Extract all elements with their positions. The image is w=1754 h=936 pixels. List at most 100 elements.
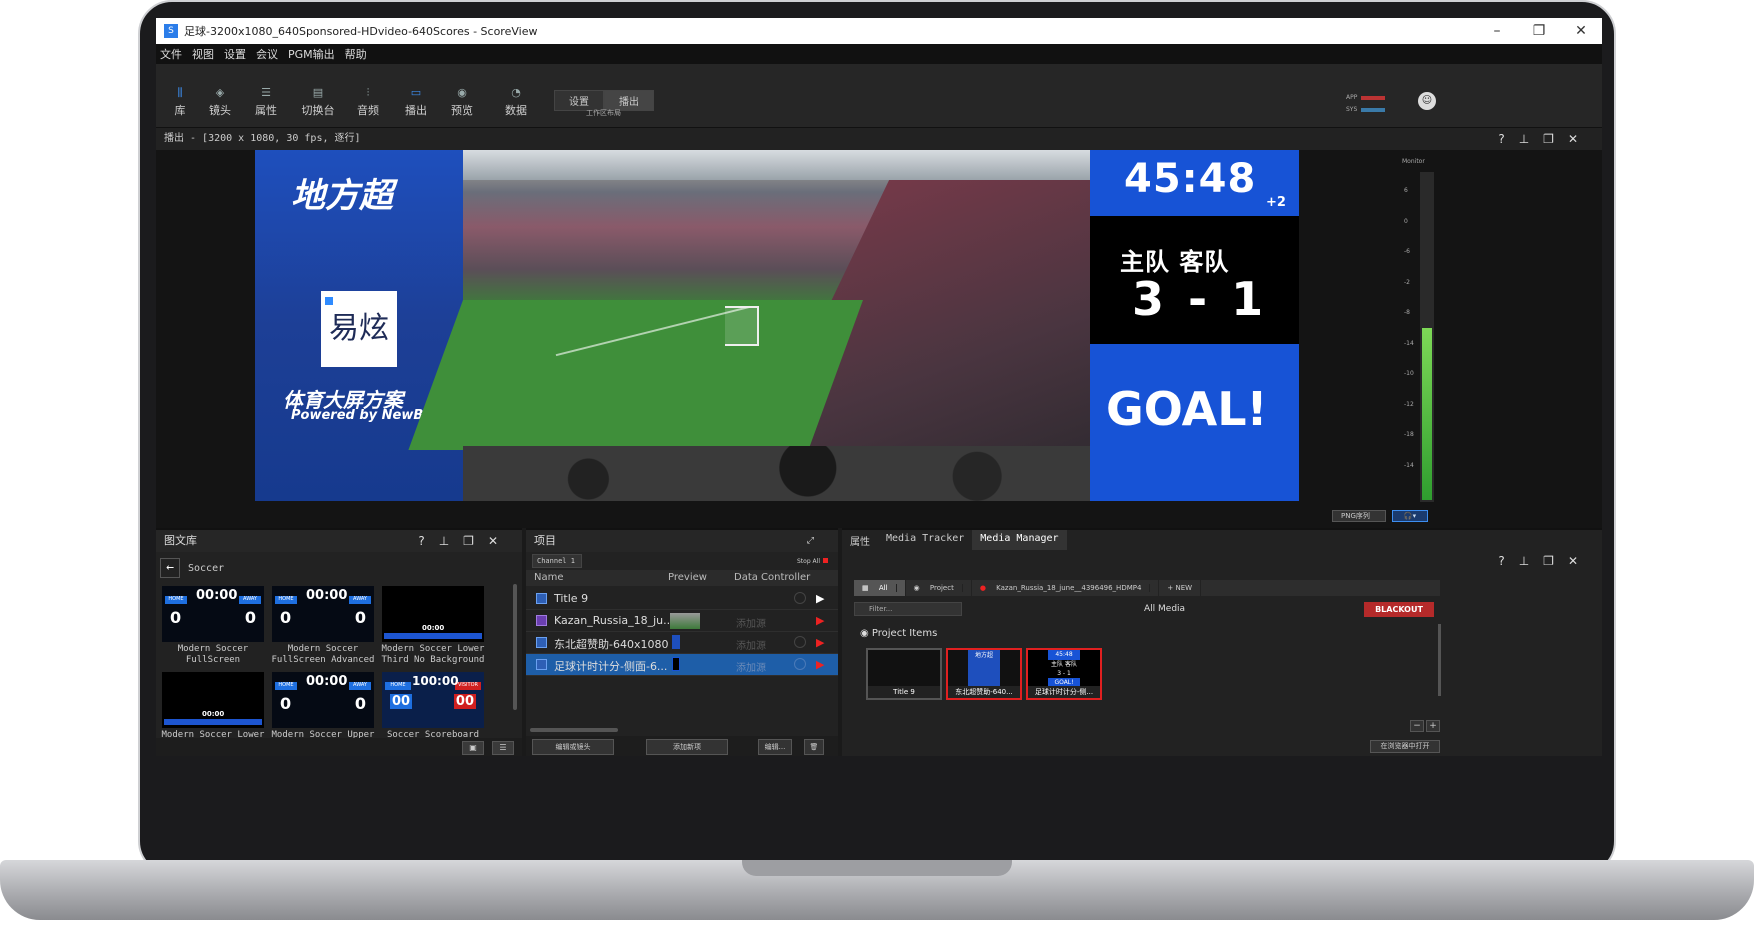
app-window: S 足球-3200x1080_640Sponsored-HDvideo-640S…: [156, 18, 1602, 845]
game-clock: 45:48: [1124, 156, 1257, 202]
blackout-button[interactable]: BLACKOUT: [1364, 602, 1434, 617]
new-filter-button[interactable]: + NEW: [1159, 580, 1202, 596]
back-arrow-icon[interactable]: ←: [160, 558, 180, 578]
media-scrollbar[interactable]: [1438, 624, 1441, 696]
tool-shots[interactable]: ◈ 镜头: [196, 86, 244, 118]
window-title: 足球-3200x1080_640Sponsored-HDvideo-640Sco…: [184, 25, 538, 38]
add-item-button[interactable]: 添加新项: [646, 739, 728, 755]
tool-data[interactable]: ◔ 数据: [492, 86, 540, 118]
video-item-icon: [536, 615, 547, 626]
main-toolbar: ⫼ 库 ◈ 镜头 ☰ 属性 ▤ 切换台 ⫶ 音频 ▭ 播出 ◉ 预览 ◔ 数据 设置 播出 工作…: [156, 64, 1602, 128]
add-source-link[interactable]: 添加源: [736, 637, 766, 652]
menu-view[interactable]: 视图: [192, 46, 214, 62]
table-row[interactable]: Kazan_Russia_18_ju... 添加源 ▶: [526, 610, 838, 632]
monitor-icon: ▭: [410, 86, 422, 99]
folder-view-icon[interactable]: ▣: [462, 741, 484, 755]
library-item[interactable]: HOME AWAY 00:00 00: [272, 586, 374, 642]
menu-meeting[interactable]: 会议: [256, 46, 278, 62]
league-title: 地方超: [291, 176, 393, 216]
open-in-browser-button[interactable]: 在浏览器中打开: [1370, 740, 1440, 753]
png-sequence-dropdown[interactable]: PNG序列: [1332, 510, 1386, 522]
edit-button[interactable]: 编辑...: [758, 739, 792, 755]
close-icon[interactable]: ✕: [1560, 23, 1602, 39]
table-row[interactable]: 东北超赞助-640x1080 添加源 ▶: [526, 632, 838, 654]
tool-switcher[interactable]: ▤ 切换台: [294, 86, 342, 118]
float-icon[interactable]: ❐: [463, 534, 488, 548]
menu-file[interactable]: 文件: [160, 46, 182, 62]
play-icon[interactable]: ▶: [816, 592, 824, 605]
resource-meters: APP SYS: [1346, 92, 1386, 116]
library-panel: 图文库 ?⊥❐✕ ← Soccer HOME AWAY 00:00 00 Mode…: [156, 528, 522, 758]
close-panel-icon[interactable]: ✕: [1568, 554, 1592, 568]
table-row[interactable]: Title 9 ▶: [526, 588, 838, 610]
pin-icon[interactable]: ⊥: [1519, 554, 1543, 568]
play-icon[interactable]: ▶: [816, 636, 824, 649]
library-item[interactable]: 00:00: [382, 586, 484, 642]
bottom-bezel: [156, 756, 1602, 845]
zoom-in-button[interactable]: +: [1426, 720, 1440, 732]
library-item[interactable]: HOME AWAY 00:00 00: [162, 586, 264, 642]
play-icon[interactable]: ▶: [816, 614, 824, 627]
project-panel: 项目 ⤢ Channel 1 Stop All Name Preview Dat…: [526, 528, 838, 758]
status-check-icon: [794, 636, 806, 648]
tab-channel-1[interactable]: Channel 1: [532, 554, 582, 568]
help-icon[interactable]: ?: [1498, 554, 1518, 568]
filter-all[interactable]: ▦ All: [854, 580, 906, 596]
media-item[interactable]: 地方超 东北超赞助-640...: [946, 648, 1022, 700]
audio-level: [1422, 328, 1432, 500]
menu-help[interactable]: 帮助: [345, 46, 367, 62]
help-icon[interactable]: ?: [1498, 132, 1518, 146]
library-item[interactable]: 00:00: [162, 672, 264, 728]
library-scrollbar[interactable]: [513, 584, 517, 710]
headphones-icon[interactable]: 🎧▾: [1392, 510, 1428, 522]
close-panel-icon[interactable]: ✕: [1568, 132, 1592, 146]
list-view-icon[interactable]: ☰: [492, 741, 514, 755]
library-item[interactable]: HOME VISITOR 100:00 00 00: [382, 672, 484, 728]
add-source-link[interactable]: 添加源: [736, 615, 766, 630]
menu-settings[interactable]: 设置: [224, 46, 246, 62]
folder-name: Soccer: [188, 562, 225, 574]
preview-thumbnail: [672, 635, 680, 649]
project-scrollbar[interactable]: [530, 728, 618, 732]
data-icon: ◔: [511, 86, 521, 99]
edit-shot-button[interactable]: 编辑或镜头: [532, 739, 614, 755]
filter-input[interactable]: Filter...: [854, 602, 962, 616]
expand-icon[interactable]: ⤢: [807, 530, 828, 552]
title-bar: S 足球-3200x1080_640Sponsored-HDvideo-640S…: [156, 18, 1602, 44]
project-title: 项目: [534, 534, 556, 547]
float-icon[interactable]: ❐: [1543, 132, 1568, 146]
trash-icon[interactable]: 🗑: [804, 739, 824, 755]
preview-thumbnail: [672, 657, 680, 671]
library-item[interactable]: HOME AWAY 00:00 00: [272, 672, 374, 728]
menu-pgm-output[interactable]: PGM输出: [288, 46, 335, 62]
media-item[interactable]: 45:48 主队 客队 3 - 1 GOAL! 足球计时计分-侧...: [1026, 648, 1102, 700]
laptop-notch: [742, 860, 1012, 876]
float-icon[interactable]: ❐: [1543, 554, 1568, 568]
play-icon[interactable]: ▶: [816, 658, 824, 671]
audio-monitor: Monitor 6 0 -6 -2 -8 -14 -10 -12 -18 -14: [1402, 158, 1442, 504]
project-items-heading: ◉ Project Items: [860, 628, 938, 639]
filter-kazan-video[interactable]: ● Kazan_Russia_18_june__4396496_HDMP4: [972, 580, 1160, 596]
table-row[interactable]: 足球计时计分-侧面-6... 添加源 ▶: [526, 654, 838, 676]
stop-all-button[interactable]: Stop All: [797, 558, 828, 565]
pin-icon[interactable]: ⊥: [1519, 132, 1543, 146]
zoom-out-button[interactable]: −: [1410, 720, 1424, 732]
user-avatar-icon[interactable]: ☺: [1418, 92, 1436, 110]
tool-playout[interactable]: ▭ 播出: [392, 86, 440, 118]
maximize-icon[interactable]: ❐: [1518, 23, 1560, 39]
filter-project[interactable]: ◉ Project: [906, 580, 972, 596]
media-heading: All Media: [1144, 604, 1186, 614]
media-item[interactable]: Title 9: [866, 648, 942, 700]
tool-audio[interactable]: ⫶ 音频: [344, 86, 392, 118]
minimize-icon[interactable]: –: [1476, 23, 1518, 39]
tab-properties[interactable]: 属性: [842, 530, 878, 550]
tool-properties[interactable]: ☰ 属性: [242, 86, 290, 118]
goal-banner: GOAL!: [1106, 382, 1268, 436]
pin-icon[interactable]: ⊥: [439, 534, 463, 548]
tool-preview[interactable]: ◉ 预览: [438, 86, 486, 118]
add-source-link[interactable]: 添加源: [736, 659, 766, 674]
tab-media-manager[interactable]: Media Manager: [972, 530, 1067, 550]
close-panel-icon[interactable]: ✕: [488, 534, 512, 548]
tab-media-tracker[interactable]: Media Tracker: [878, 530, 972, 550]
help-icon[interactable]: ?: [418, 534, 438, 548]
